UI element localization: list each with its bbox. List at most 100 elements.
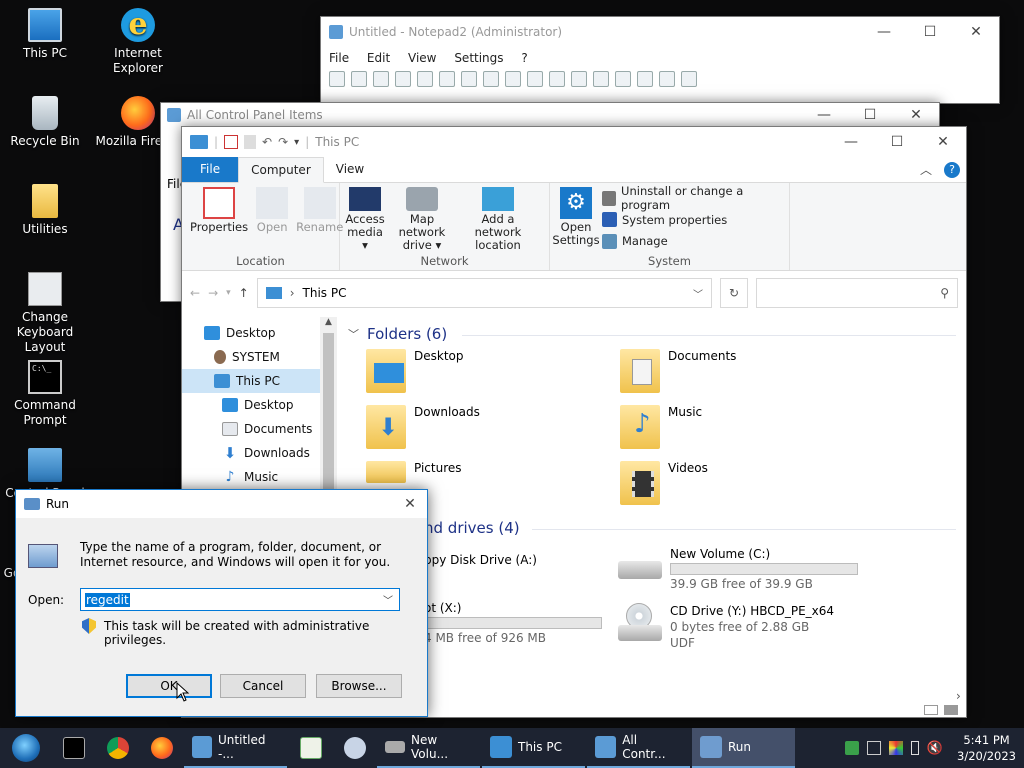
nav-item-music[interactable]: ♪ Music [182, 465, 334, 489]
undo-icon[interactable] [417, 71, 433, 87]
nav-item-this-pc[interactable]: This PC [182, 369, 334, 393]
paste-icon[interactable] [505, 71, 521, 87]
recent-chevron-icon[interactable]: ▾ [226, 288, 231, 298]
speaker-muted-icon[interactable]: 🔇 [927, 741, 943, 756]
undo-icon[interactable]: ↶ [262, 135, 272, 149]
cpanel-titlebar[interactable]: All Control Panel Items — ☐ ✕ [161, 103, 939, 127]
tab-file[interactable]: File [182, 157, 239, 182]
up-icon[interactable]: ↑ [239, 286, 249, 300]
close-icon[interactable]: ✕ [953, 24, 999, 40]
maximize-icon[interactable]: ☐ [907, 24, 953, 40]
uninstall-program-button[interactable]: Uninstall or change a program [602, 184, 785, 212]
drive-floppy[interactable]: ppy Disk Drive (A:) [424, 553, 537, 567]
network-app-icon[interactable] [844, 741, 859, 755]
taskbar-paint[interactable] [333, 728, 377, 768]
exit-icon[interactable] [681, 71, 697, 87]
menu-view[interactable]: View [408, 51, 436, 65]
find-icon[interactable] [527, 71, 543, 87]
address-bar[interactable]: › This PC ﹀ [256, 278, 712, 308]
ok-button[interactable]: OK [126, 674, 212, 698]
zoom-out-icon[interactable] [615, 71, 631, 87]
chevron-down-icon[interactable]: ▾ [294, 137, 299, 148]
run-titlebar[interactable]: Run ✕ [16, 490, 427, 518]
customize-icon[interactable] [659, 71, 675, 87]
taskbar-app-notepad[interactable]: Untitled -... [184, 728, 287, 768]
usb-icon[interactable] [910, 741, 919, 755]
large-icons-view-icon[interactable] [944, 705, 958, 715]
taskbar-firefox[interactable] [140, 728, 184, 768]
open-button[interactable]: Open [252, 187, 292, 252]
wordwrap-icon[interactable] [571, 71, 587, 87]
folder-desktop[interactable]: Desktop [366, 349, 464, 393]
drive-c[interactable]: New Volume (C:) 39.9 GB free of 39.9 GB [618, 547, 858, 591]
open-icon[interactable] [351, 71, 367, 87]
notepad-titlebar[interactable]: Untitled - Notepad2 (Administrator) — ☐ … [321, 17, 999, 47]
save-icon[interactable] [395, 71, 411, 87]
drive-x[interactable]: ot (X:) 4 MB free of 926 MB [424, 601, 602, 645]
folders-section-header[interactable]: ﹀ Folders (6) [348, 325, 447, 343]
maximize-icon[interactable]: ☐ [874, 134, 920, 150]
display-icon[interactable] [866, 741, 881, 755]
start-button[interactable] [0, 728, 52, 768]
folder-documents[interactable]: Documents [620, 349, 736, 393]
help-icon[interactable]: ? [944, 162, 960, 178]
new-folder-icon[interactable] [244, 135, 257, 149]
cut-icon[interactable] [461, 71, 477, 87]
minimize-icon[interactable]: — [828, 134, 874, 150]
chevron-up-icon[interactable]: ︿ [914, 157, 938, 182]
menu-settings[interactable]: Settings [454, 51, 503, 65]
browse-button[interactable]: Browse... [316, 674, 402, 698]
browse-icon[interactable] [373, 71, 389, 87]
map-drive-button[interactable]: Map network drive ▾ [386, 187, 458, 252]
copy-icon[interactable] [483, 71, 499, 87]
desktop-icon-internet-explorer[interactable]: e Internet Explorer [90, 8, 186, 76]
folder-videos[interactable]: Videos [620, 461, 708, 505]
desktop-icon-this-pc[interactable]: This PC [0, 8, 93, 61]
color-icon[interactable] [888, 741, 903, 755]
scroll-right-icon[interactable]: › [956, 689, 966, 703]
folder-music[interactable]: ♪ Music [620, 405, 702, 449]
nav-item-downloads[interactable]: ⬇ Downloads [182, 441, 334, 465]
add-network-location-button[interactable]: Add a network location [458, 187, 538, 252]
zoom-in-icon[interactable] [593, 71, 609, 87]
nav-item-desktop-sub[interactable]: Desktop [182, 393, 334, 417]
nav-item-documents[interactable]: Documents [182, 417, 334, 441]
open-settings-button[interactable]: ⚙ Open Settings [552, 187, 600, 252]
search-input[interactable]: ⚲ [756, 278, 958, 308]
menu-help[interactable]: ? [521, 51, 527, 65]
minimize-icon[interactable]: — [801, 107, 847, 123]
desktop-icon-utilities[interactable]: Utilities [0, 184, 93, 237]
replace-icon[interactable] [549, 71, 565, 87]
desktop-icon-command-prompt[interactable]: C:\_ Command Prompt [0, 360, 93, 428]
properties-button[interactable]: Properties [186, 187, 252, 252]
new-icon[interactable] [329, 71, 345, 87]
close-icon[interactable]: ✕ [393, 496, 427, 512]
taskbar-app-run[interactable]: Run [692, 728, 795, 768]
forward-icon[interactable]: → [208, 286, 218, 300]
nav-item-desktop[interactable]: Desktop [182, 321, 334, 345]
scheme-icon[interactable] [637, 71, 653, 87]
maximize-icon[interactable]: ☐ [847, 107, 893, 123]
chevron-down-icon[interactable]: ﹀ [383, 592, 393, 607]
taskbar-app-control-panel[interactable]: All Contr... [587, 728, 690, 768]
close-icon[interactable]: ✕ [893, 107, 939, 123]
explorer-titlebar[interactable]: | ↶ ↷ ▾ | This PC — ☐ ✕ [182, 127, 966, 157]
taskbar-cmd[interactable] [52, 728, 96, 768]
drives-section-header[interactable]: nd drives (4) [424, 519, 520, 537]
close-icon[interactable]: ✕ [920, 134, 966, 150]
tab-view[interactable]: View [324, 157, 376, 182]
run-dialog[interactable]: Run ✕ Type the name of a program, folder… [15, 489, 428, 717]
clock[interactable]: 5:41 PM 3/20/2023 [951, 732, 1016, 764]
refresh-icon[interactable]: ↻ [720, 278, 748, 308]
folder-pictures[interactable]: Pictures [366, 461, 462, 483]
desktop-icon-recycle-bin[interactable]: Recycle Bin [0, 96, 93, 149]
drive-y[interactable]: CD Drive (Y:) HBCD_PE_x64 0 bytes free o… [618, 603, 834, 651]
back-icon[interactable]: ← [190, 286, 200, 300]
system-properties-button[interactable]: System properties [602, 209, 785, 231]
manage-button[interactable]: Manage [602, 231, 785, 253]
desktop-icon-change-keyboard-layout[interactable]: Change Keyboard Layout [0, 272, 93, 355]
taskbar-app-this-pc[interactable]: This PC [482, 728, 585, 768]
cancel-button[interactable]: Cancel [220, 674, 306, 698]
redo-icon[interactable]: ↷ [278, 135, 288, 149]
taskbar-chrome[interactable] [96, 728, 140, 768]
